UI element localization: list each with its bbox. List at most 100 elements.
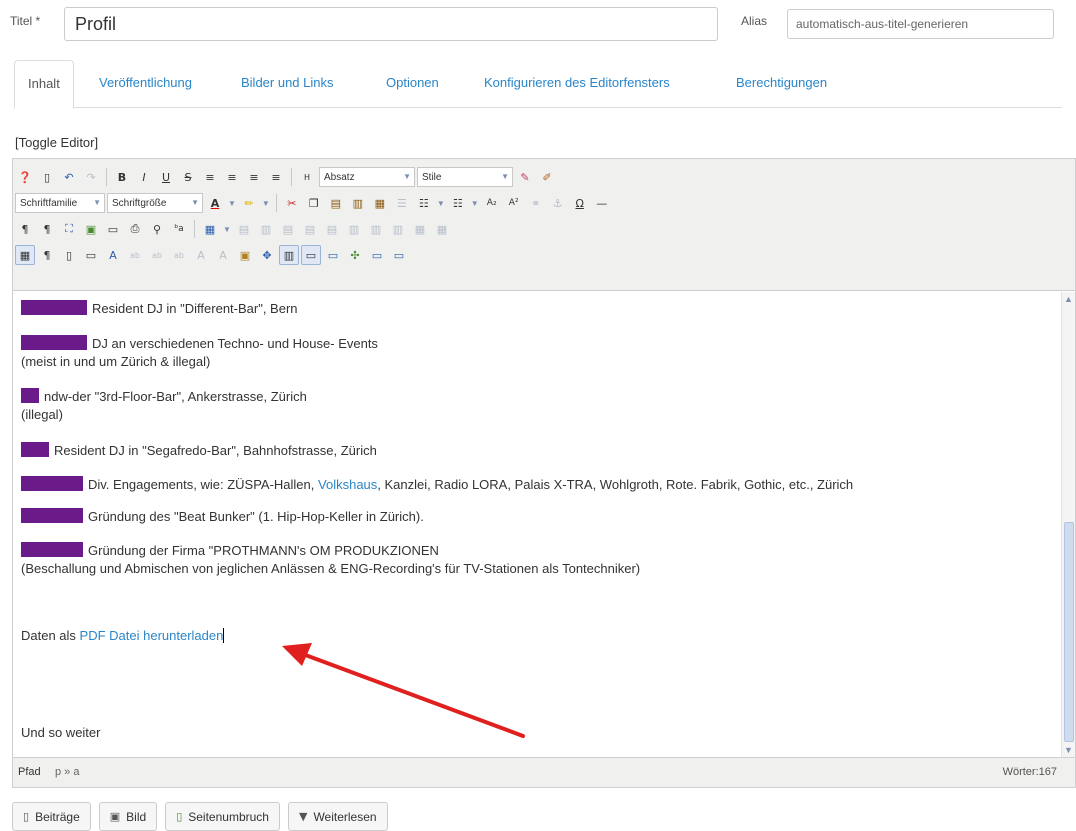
highlight-color-icon[interactable]: ✏ [239, 193, 259, 213]
cite-icon[interactable]: ▯ [59, 245, 79, 265]
fullscreen-icon[interactable]: ⛶ [59, 219, 79, 239]
layer-icon[interactable]: A [213, 245, 233, 265]
unlink-icon[interactable]: ⚭ [526, 193, 546, 213]
superscript-icon[interactable]: A² [504, 193, 524, 213]
media-icon[interactable]: ▣ [81, 219, 101, 239]
absolute-icon[interactable]: ▥ [279, 245, 299, 265]
toggle-editor-link[interactable]: [Toggle Editor] [15, 135, 98, 150]
chevron-down-icon[interactable]: ▼ [437, 199, 445, 208]
row-props-icon[interactable]: ▤ [234, 219, 254, 239]
volkshaus-link[interactable]: Volkshaus [318, 477, 377, 492]
paste-word-icon[interactable]: ▦ [370, 193, 390, 213]
new-document-icon[interactable]: ▯ [37, 167, 57, 187]
bold-icon[interactable]: B [112, 167, 132, 187]
insert-layer-icon[interactable]: ▣ [235, 245, 255, 265]
scrollbar-thumb[interactable] [1064, 522, 1074, 742]
scroll-up-icon[interactable]: ▲ [1064, 294, 1073, 304]
del-icon[interactable]: ab [147, 245, 167, 265]
font-family-select[interactable]: Schriftfamilie ▼ [15, 193, 105, 213]
heading-icon[interactable]: H [297, 167, 317, 187]
split-cells-icon[interactable]: ▦ [410, 219, 430, 239]
tab-optionen[interactable]: Optionen [373, 60, 452, 108]
text-color-icon[interactable]: A [205, 193, 225, 213]
nonbreaking-icon[interactable]: ▭ [301, 245, 321, 265]
undo-icon[interactable]: ↶ [59, 167, 79, 187]
cut-icon[interactable]: ✂ [282, 193, 302, 213]
move-icon[interactable]: ✥ [257, 245, 277, 265]
abbr-icon[interactable]: ▭ [81, 245, 101, 265]
delete-row-icon[interactable]: ▤ [322, 219, 342, 239]
delete-col-icon[interactable]: ▥ [388, 219, 408, 239]
pagebreak-button[interactable]: ▯ Seitenumbruch [165, 802, 280, 831]
row-after-icon[interactable]: ▤ [300, 219, 320, 239]
tab-bilder-und-links[interactable]: Bilder und Links [228, 60, 347, 108]
help-icon[interactable]: ❓ [15, 167, 35, 187]
special-character-icon[interactable]: Ω [570, 193, 590, 213]
cleanup-icon[interactable]: ✐ [537, 167, 557, 187]
editor-content[interactable]: Resident DJ in "Different-Bar", Bern DJ … [13, 292, 1061, 757]
code-icon[interactable]: ▭ [389, 245, 409, 265]
col-after-icon[interactable]: ▥ [366, 219, 386, 239]
ltr-icon[interactable]: ¶ [15, 219, 35, 239]
articles-button[interactable]: ▯ Beiträge [12, 802, 91, 831]
redo-icon[interactable]: ↷ [81, 167, 101, 187]
col-before-icon[interactable]: ▥ [344, 219, 364, 239]
ins-icon[interactable]: ab [125, 245, 145, 265]
image-icon[interactable]: ▭ [323, 245, 343, 265]
paragraph-text: Gründung der Firma "PROTHMANN's OM PRODU… [88, 543, 439, 558]
paste-text-icon[interactable]: ▥ [348, 193, 368, 213]
align-justify-icon[interactable]: ≡ [266, 167, 286, 187]
table-icon[interactable]: ▦ [200, 219, 220, 239]
indent-icon[interactable]: ☰ [392, 193, 412, 213]
tab-veroeffentlichung[interactable]: Veröffentlichung [86, 60, 205, 108]
template-icon[interactable]: ▭ [103, 219, 123, 239]
font-size-select[interactable]: Schriftgröße ▼ [107, 193, 203, 213]
visual-aid-icon[interactable]: ▦ [15, 245, 35, 265]
bullet-list-icon[interactable]: ☷ [448, 193, 468, 213]
chevron-down-icon[interactable]: ▼ [262, 199, 270, 208]
merge-cells-icon[interactable]: ▦ [432, 219, 452, 239]
align-center-icon[interactable]: ≡ [222, 167, 242, 187]
row-before-icon[interactable]: ▤ [278, 219, 298, 239]
show-blocks-icon[interactable]: ¶ [37, 245, 57, 265]
replace-icon[interactable]: ᵇa [169, 219, 189, 239]
anchor-icon[interactable]: ⚓ [548, 193, 568, 213]
tab-inhalt[interactable]: Inhalt [14, 60, 74, 109]
underline-icon[interactable]: U [156, 167, 176, 187]
style-select[interactable]: Stile ▼ [417, 167, 513, 187]
subscript-icon[interactable]: A₂ [482, 193, 502, 213]
style-props-icon[interactable]: A [191, 245, 211, 265]
chevron-down-icon[interactable]: ▼ [223, 225, 231, 234]
alias-input[interactable]: automatisch-aus-titel-generieren [787, 9, 1054, 39]
path-value[interactable]: p » a [55, 766, 79, 778]
image-button[interactable]: ▣ Bild [98, 802, 158, 831]
horizontal-rule-icon[interactable]: — [592, 193, 612, 213]
tab-berechtigungen[interactable]: Berechtigungen [723, 60, 840, 108]
align-left-icon[interactable]: ≡ [200, 167, 220, 187]
italic-icon[interactable]: I [134, 167, 154, 187]
rtl-icon[interactable]: ¶ [37, 219, 57, 239]
readmore-button[interactable]: ▼ Weiterlesen [287, 802, 388, 831]
strikethrough-icon[interactable]: S [178, 167, 198, 187]
spellcheck-icon[interactable]: A [103, 245, 123, 265]
copy-icon[interactable]: ❐ [304, 193, 324, 213]
align-right-icon[interactable]: ≡ [244, 167, 264, 187]
title-input[interactable]: Profil [64, 7, 718, 41]
pagebreak-icon[interactable]: ▭ [367, 245, 387, 265]
ordered-list-icon[interactable]: ☷ [414, 193, 434, 213]
print-icon[interactable]: ⎙ [125, 219, 145, 239]
editor-scrollbar[interactable]: ▲ ▼ [1061, 292, 1075, 757]
pdf-download-link[interactable]: PDF Datei herunterladen [80, 628, 224, 643]
clear-formatting-icon[interactable]: ✎ [515, 167, 535, 187]
scroll-down-icon[interactable]: ▼ [1064, 745, 1073, 755]
chevron-down-icon[interactable]: ▼ [471, 199, 479, 208]
template-insert-icon[interactable]: ✣ [345, 245, 365, 265]
chevron-down-icon[interactable]: ▼ [228, 199, 236, 208]
attributes-icon[interactable]: ab [169, 245, 189, 265]
tab-konfigurieren[interactable]: Konfigurieren des Editorfensters [471, 60, 683, 108]
find-icon[interactable]: ⚲ [147, 219, 167, 239]
format-select[interactable]: Absatz ▼ [319, 167, 415, 187]
cell-props-icon[interactable]: ▥ [256, 219, 276, 239]
paragraph-text: DJ an verschiedenen Techno- und House- E… [92, 336, 378, 351]
paste-icon[interactable]: ▤ [326, 193, 346, 213]
